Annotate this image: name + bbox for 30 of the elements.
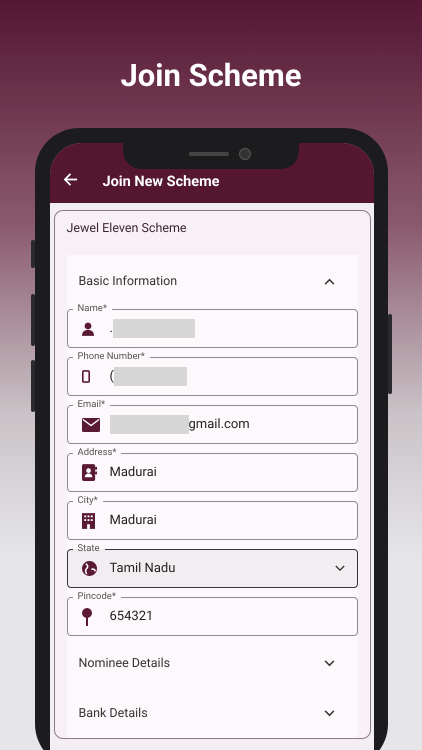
input-field[interactable]: Pincode* 654321: [66, 591, 358, 636]
input-field[interactable]: Phone Number* (: [66, 351, 358, 396]
building-icon: [82, 512, 94, 528]
field-label: City*: [72, 495, 103, 507]
scheme-name: Jewel Eleven Scheme: [66, 221, 188, 237]
section-header[interactable]: Bank Details: [66, 688, 358, 738]
field-value: Madurai: [110, 513, 157, 528]
field-value: gmail.com: [188, 417, 250, 432]
person-icon: [82, 322, 94, 336]
field-value: (: [110, 369, 114, 384]
field-value: 654321: [110, 609, 154, 624]
mail-icon: [82, 418, 100, 432]
field-value: Tamil Nadu: [110, 561, 176, 576]
headline: Join Scheme: [120, 56, 302, 96]
state-dropdown[interactable]: State Tamil Nadu: [66, 543, 358, 588]
chevron-down-icon: [324, 710, 334, 716]
chevron-down-icon: [334, 565, 344, 572]
phone-icon: [82, 370, 90, 383]
app-bar-title: Join New Scheme: [102, 173, 220, 190]
chevron-down-icon: [324, 660, 334, 666]
section-header[interactable]: Nominee Details: [66, 638, 358, 688]
pin-icon: [82, 608, 92, 626]
input-field[interactable]: City* Madurai: [66, 495, 358, 540]
input-field[interactable]: Address* Madurai: [66, 447, 358, 492]
chevron-up-icon: [324, 278, 334, 284]
input-field[interactable]: Email* gmail.com: [66, 399, 358, 444]
field-value: .: [110, 321, 113, 336]
field-value: Madurai: [110, 465, 157, 480]
contact-book-icon: [82, 464, 96, 481]
back-arrow-icon[interactable]: [62, 172, 78, 187]
